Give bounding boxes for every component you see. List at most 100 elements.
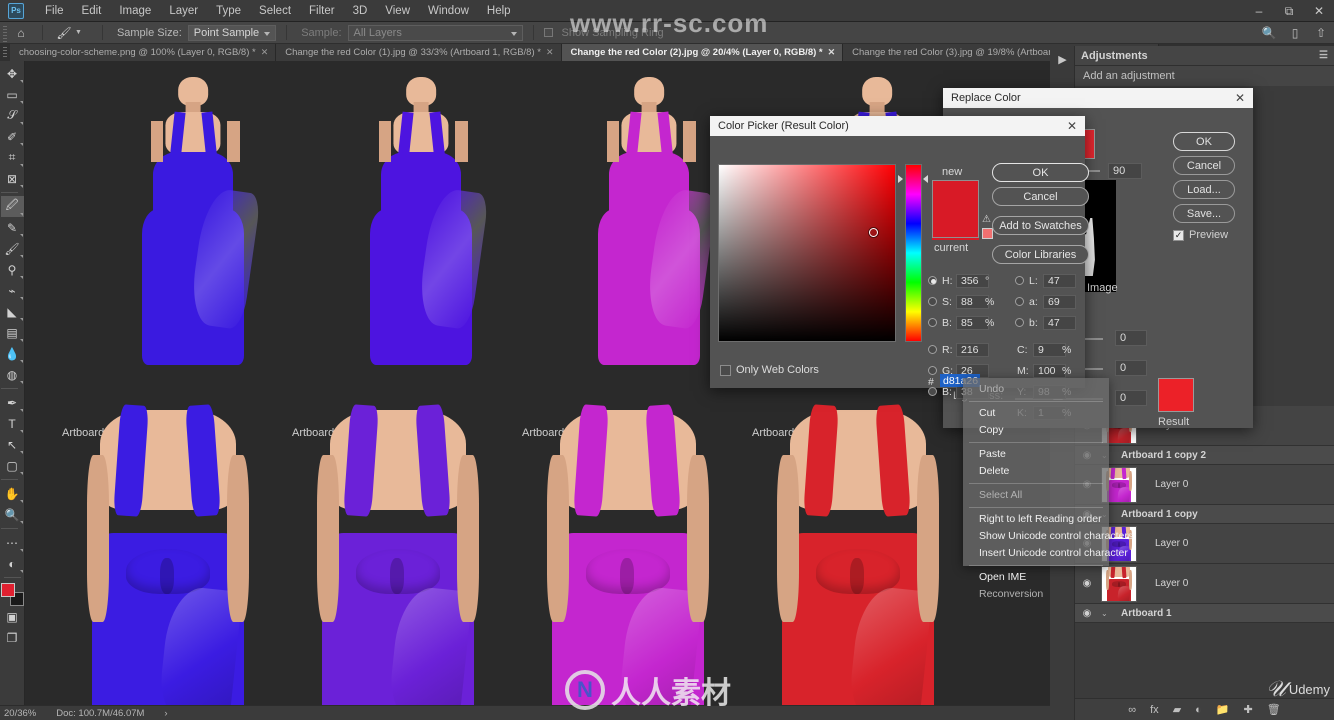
menu-image[interactable]: Image [110, 2, 160, 20]
artboard-bottom-0[interactable]: Artboard 1 [62, 403, 274, 705]
panel-menu-icon[interactable]: ☰ [1319, 50, 1328, 61]
close-button[interactable]: ✕ [1304, 0, 1334, 22]
chevron-down-icon[interactable]: ▼ [75, 29, 82, 36]
radio-g[interactable] [928, 366, 937, 375]
radio-b[interactable] [928, 387, 937, 396]
picker-cancel-button[interactable]: Cancel [992, 187, 1089, 206]
adjustment-icon[interactable]: ◐ [1195, 704, 1202, 716]
dodge-tool[interactable]: ◍ [1, 364, 24, 385]
lasso-tool[interactable]: 𝒮 [1, 105, 24, 126]
history-brush-tool[interactable]: ⌁ [1, 280, 24, 301]
menu-view[interactable]: View [376, 2, 419, 20]
layer-name[interactable]: Artboard 1 [1121, 608, 1172, 619]
mask-icon[interactable]: ▰ [1173, 703, 1181, 716]
options-bar-grip[interactable] [0, 21, 10, 44]
close-tab-icon[interactable]: ✕ [828, 47, 836, 58]
rectangular-marquee-tool[interactable]: ▭ [1, 84, 24, 105]
replace-cancel-button[interactable]: Cancel [1173, 156, 1235, 175]
radio-b[interactable] [928, 318, 937, 327]
preview-checkbox[interactable]: ✓ [1173, 230, 1184, 241]
eyedropper-tool[interactable]: 🖉 [0, 196, 24, 217]
eraser-tool[interactable]: ◣ [1, 301, 24, 322]
standard-screen-mode-icon[interactable]: ▣ [1, 606, 24, 627]
play-icon[interactable]: ▶ [1050, 46, 1075, 72]
menu-type[interactable]: Type [207, 2, 250, 20]
move-tool[interactable]: ✥ [1, 63, 24, 84]
context-menu-item-insert-unicode-control-character[interactable]: Insert Unicode control character [963, 545, 1128, 562]
artboard-bottom-1[interactable]: Artboard 1 copy [292, 403, 504, 705]
radio-a[interactable] [1015, 297, 1024, 306]
menu-edit[interactable]: Edit [73, 2, 111, 20]
artboard-top-0[interactable] [87, 65, 299, 377]
layer-name[interactable]: Layer 0 [1155, 538, 1188, 549]
menu-3d[interactable]: 3D [344, 2, 377, 20]
artboard-canvas[interactable] [522, 403, 734, 705]
result-swatch[interactable] [1158, 378, 1194, 412]
group-icon[interactable]: 📁 [1216, 703, 1230, 716]
full-screen-mode-icon[interactable]: ❐ [1, 627, 24, 648]
artboard-canvas[interactable] [315, 65, 527, 377]
hue-slider-strip[interactable] [905, 164, 922, 342]
close-icon[interactable]: ✕ [1235, 91, 1245, 105]
add-to-swatches-button[interactable]: Add to Swatches [992, 216, 1089, 235]
menu-select[interactable]: Select [250, 2, 300, 20]
link-icon[interactable]: ∞ [1128, 704, 1136, 716]
context-menu-item-open-ime[interactable]: Open IME [963, 569, 1109, 586]
foreground-color-swatch[interactable] [0, 583, 15, 597]
new-layer-icon[interactable]: ✚ [1244, 703, 1253, 716]
sample-size-select[interactable]: Point Sample [187, 24, 277, 41]
only-web-colors-row[interactable]: Only Web Colors [720, 364, 819, 376]
close-tab-icon[interactable]: ✕ [261, 47, 269, 58]
clone-stamp-tool[interactable]: ⚲ [1, 259, 24, 280]
artboard-bottom-2[interactable]: Artboard 1 copy 2 [522, 403, 734, 705]
current-color-swatch[interactable] [932, 238, 979, 240]
workspace-icon[interactable]: ▯ [1282, 22, 1308, 44]
menu-filter[interactable]: Filter [300, 2, 344, 20]
layer-group-row[interactable]: ◉ ⌄ Artboard 1 [1075, 604, 1334, 623]
home-icon[interactable]: ⌂ [10, 22, 32, 44]
radio-r[interactable] [928, 345, 937, 354]
close-tab-icon[interactable]: ✕ [546, 47, 554, 58]
hand-tool[interactable]: ✋ [1, 483, 24, 504]
chevron-down-icon[interactable]: ⌄ [1101, 609, 1111, 618]
layer-name[interactable]: Artboard 1 copy 2 [1121, 450, 1206, 461]
artboard-canvas[interactable] [292, 403, 504, 705]
pen-tool[interactable]: ✒ [1, 392, 24, 413]
layer-row[interactable]: ◉ Layer 0 [1075, 465, 1334, 505]
menu-window[interactable]: Window [419, 2, 478, 20]
menu-file[interactable]: File [36, 2, 73, 20]
brush-tool[interactable]: 🖌 [1, 238, 24, 259]
saturation-brightness-field[interactable] [718, 164, 896, 342]
context-menu-item-paste[interactable]: Paste [963, 446, 1109, 463]
artboard-bottom-3[interactable]: Artboard 1 copy 3 [752, 403, 964, 705]
context-menu-item-delete[interactable]: Delete [963, 463, 1109, 480]
type-tool[interactable]: T [1, 413, 24, 434]
only-web-colors-checkbox[interactable] [720, 364, 731, 376]
hue-value[interactable]: 0 [1115, 330, 1147, 346]
path-selection-tool[interactable]: ↖ [1, 434, 24, 455]
crop-tool[interactable]: ⌗ [1, 147, 24, 168]
context-menu-item-cut[interactable]: Cut [963, 405, 1109, 422]
close-icon[interactable]: ✕ [1067, 119, 1077, 133]
replace-save-button[interactable]: Save... [1173, 204, 1235, 223]
document-tab-1[interactable]: Change the red Color (1).jpg @ 33/3% (Ar… [276, 44, 562, 61]
eyedropper-icon[interactable]: 🖌 [53, 22, 75, 44]
context-menu-item-show-unicode-control-characters[interactable]: Show Unicode control characters [963, 528, 1133, 545]
minimize-button[interactable]: – [1244, 0, 1274, 22]
non-web-safe-icon[interactable] [982, 228, 993, 239]
out-of-gamut-icon[interactable]: ⚠ [982, 214, 991, 225]
field-b[interactable]: 47 [1043, 316, 1076, 330]
edit-toolbar-tool[interactable]: ⋯ [1, 532, 24, 553]
restore-button[interactable]: ⧉ [1274, 0, 1304, 22]
tab-bar-grip[interactable] [0, 44, 10, 61]
artboard-canvas[interactable] [752, 403, 964, 705]
spot-healing-brush-tool[interactable]: ✎ [1, 217, 24, 238]
share-icon[interactable]: ⇧ [1308, 22, 1334, 44]
replace-ok-button[interactable]: OK [1173, 132, 1235, 151]
field-r[interactable]: 216 [956, 343, 989, 357]
menu-layer[interactable]: Layer [160, 2, 207, 20]
layer-name[interactable]: Layer 0 [1155, 479, 1188, 490]
zoom-tool[interactable]: 🔍 [1, 504, 24, 525]
quick-mask-tool[interactable]: ◐ [1, 553, 24, 574]
new-color-swatch[interactable] [932, 180, 979, 238]
